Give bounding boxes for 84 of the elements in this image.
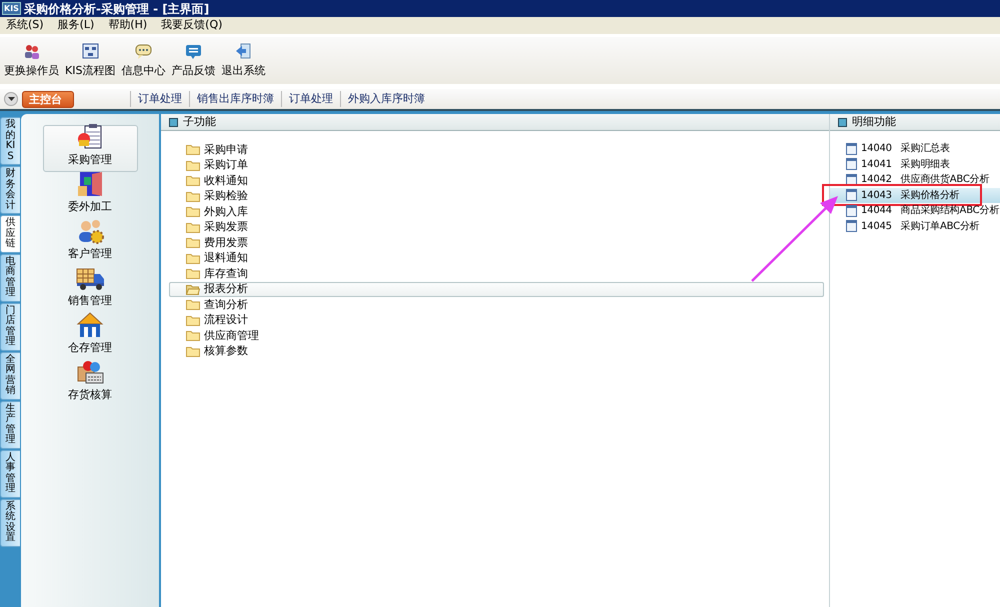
open-folder-icon xyxy=(186,284,200,295)
folder-item[interactable]: 外购入库 xyxy=(169,204,824,220)
toolbar-button[interactable]: 更换操作员 xyxy=(4,42,59,79)
folder-item[interactable]: 费用发票 xyxy=(169,235,824,250)
panel-title: 明细功能 xyxy=(852,114,896,130)
door-icon xyxy=(76,170,104,196)
document-icon xyxy=(846,220,857,232)
flowchart-icon xyxy=(82,42,99,60)
document-icon xyxy=(846,174,857,186)
toolbar-button[interactable]: 信息中心 xyxy=(121,42,166,79)
module-button[interactable]: 销售管理 xyxy=(42,266,138,313)
square-icon xyxy=(169,118,178,126)
folder-item[interactable]: 报表分析 xyxy=(169,282,824,297)
folder-icon xyxy=(186,160,200,171)
people-icon xyxy=(23,42,40,60)
folder-item[interactable]: 退料通知 xyxy=(169,250,824,266)
module-button[interactable]: 仓存管理 xyxy=(42,313,138,360)
report-item[interactable]: 14040 采购汇总表 xyxy=(830,141,1000,156)
panel-title: 子功能 xyxy=(183,114,216,130)
window-title: 采购价格分析-采购管理 - [主界面] xyxy=(24,0,210,18)
document-tab[interactable]: 销售出库序时簿 xyxy=(189,90,281,108)
report-item[interactable]: 14041 采购明细表 xyxy=(830,156,1000,172)
folder-icon xyxy=(186,346,200,357)
folder-item[interactable]: 采购发票 xyxy=(169,220,824,235)
folder-item[interactable]: 查询分析 xyxy=(169,297,824,312)
side-tab[interactable]: 人事管理 xyxy=(0,450,20,498)
folder-icon xyxy=(186,190,200,202)
side-tab[interactable]: 生产管理 xyxy=(0,400,20,448)
document-tab[interactable]: 订单处理 xyxy=(281,90,340,108)
menu-item[interactable]: 帮助(H) xyxy=(108,17,148,34)
folder-icon xyxy=(186,252,200,264)
dropdown-button[interactable] xyxy=(4,92,18,106)
menu-item[interactable]: 系统(S) xyxy=(6,17,44,34)
report-item[interactable]: 14045 采购订单ABC分析 xyxy=(830,218,1000,234)
folder-item[interactable]: 核算参数 xyxy=(169,344,824,359)
folder-icon xyxy=(186,144,200,156)
box-icon xyxy=(76,358,104,384)
clipboard-icon xyxy=(76,124,104,150)
people-gear-icon xyxy=(76,218,104,244)
menu-item[interactable]: 服务(L) xyxy=(58,17,94,34)
toolbar-button[interactable]: 退出系统 xyxy=(221,42,266,79)
house-icon xyxy=(76,312,104,338)
module-button[interactable]: 委外加工 xyxy=(42,172,138,219)
module-button[interactable]: 客户管理 xyxy=(42,219,138,266)
side-tab[interactable]: 电商管理 xyxy=(0,254,20,302)
document-icon xyxy=(846,158,857,170)
side-tab[interactable]: 门店管理 xyxy=(0,302,20,350)
menu-item[interactable]: 我要反馈(Q) xyxy=(161,17,222,34)
caret-icon xyxy=(8,97,14,101)
folder-icon xyxy=(186,330,200,342)
side-tab[interactable]: 全网营销 xyxy=(0,352,20,400)
folder-item[interactable]: 采购检验 xyxy=(169,188,824,204)
document-tab[interactable]: 外购入库序时簿 xyxy=(340,90,432,108)
message-icon xyxy=(184,42,202,60)
folder-icon xyxy=(186,222,200,233)
folder-item[interactable]: 采购订单 xyxy=(169,158,824,173)
folder-item[interactable]: 流程设计 xyxy=(169,312,824,328)
report-item[interactable]: 14042 供应商供货ABC分析 xyxy=(830,172,1000,188)
folder-icon xyxy=(186,237,200,248)
module-button[interactable]: 采购管理 xyxy=(42,125,138,172)
folder-icon xyxy=(186,206,200,218)
square-icon xyxy=(838,118,847,126)
folder-item[interactable]: 供应商管理 xyxy=(169,328,824,344)
folder-icon xyxy=(186,314,200,326)
chat-bubble-icon xyxy=(134,42,152,60)
folder-item[interactable]: 库存查询 xyxy=(169,266,824,282)
document-tab[interactable]: 订单处理 xyxy=(130,90,189,108)
document-icon xyxy=(846,204,857,217)
side-tab[interactable]: 供应链 xyxy=(0,215,20,252)
document-icon xyxy=(846,189,857,202)
toolbar-button[interactable]: 产品反馈 xyxy=(171,42,216,79)
toolbar-button[interactable]: KIS流程图 xyxy=(65,42,116,79)
module-button[interactable]: 存货核算 xyxy=(42,360,138,407)
folder-item[interactable]: 收料通知 xyxy=(169,173,824,188)
folder-icon xyxy=(186,175,200,186)
folder-icon xyxy=(186,268,200,280)
side-tab[interactable]: 系统设置 xyxy=(0,498,20,546)
side-tab[interactable]: 我的KIS xyxy=(0,117,20,165)
exit-arrow-icon xyxy=(234,42,252,60)
folder-item[interactable]: 采购申请 xyxy=(169,142,824,158)
document-icon xyxy=(846,142,857,155)
folder-icon xyxy=(186,299,200,310)
side-tab[interactable]: 财务会计 xyxy=(0,166,20,214)
app-logo: KIS xyxy=(2,2,21,15)
